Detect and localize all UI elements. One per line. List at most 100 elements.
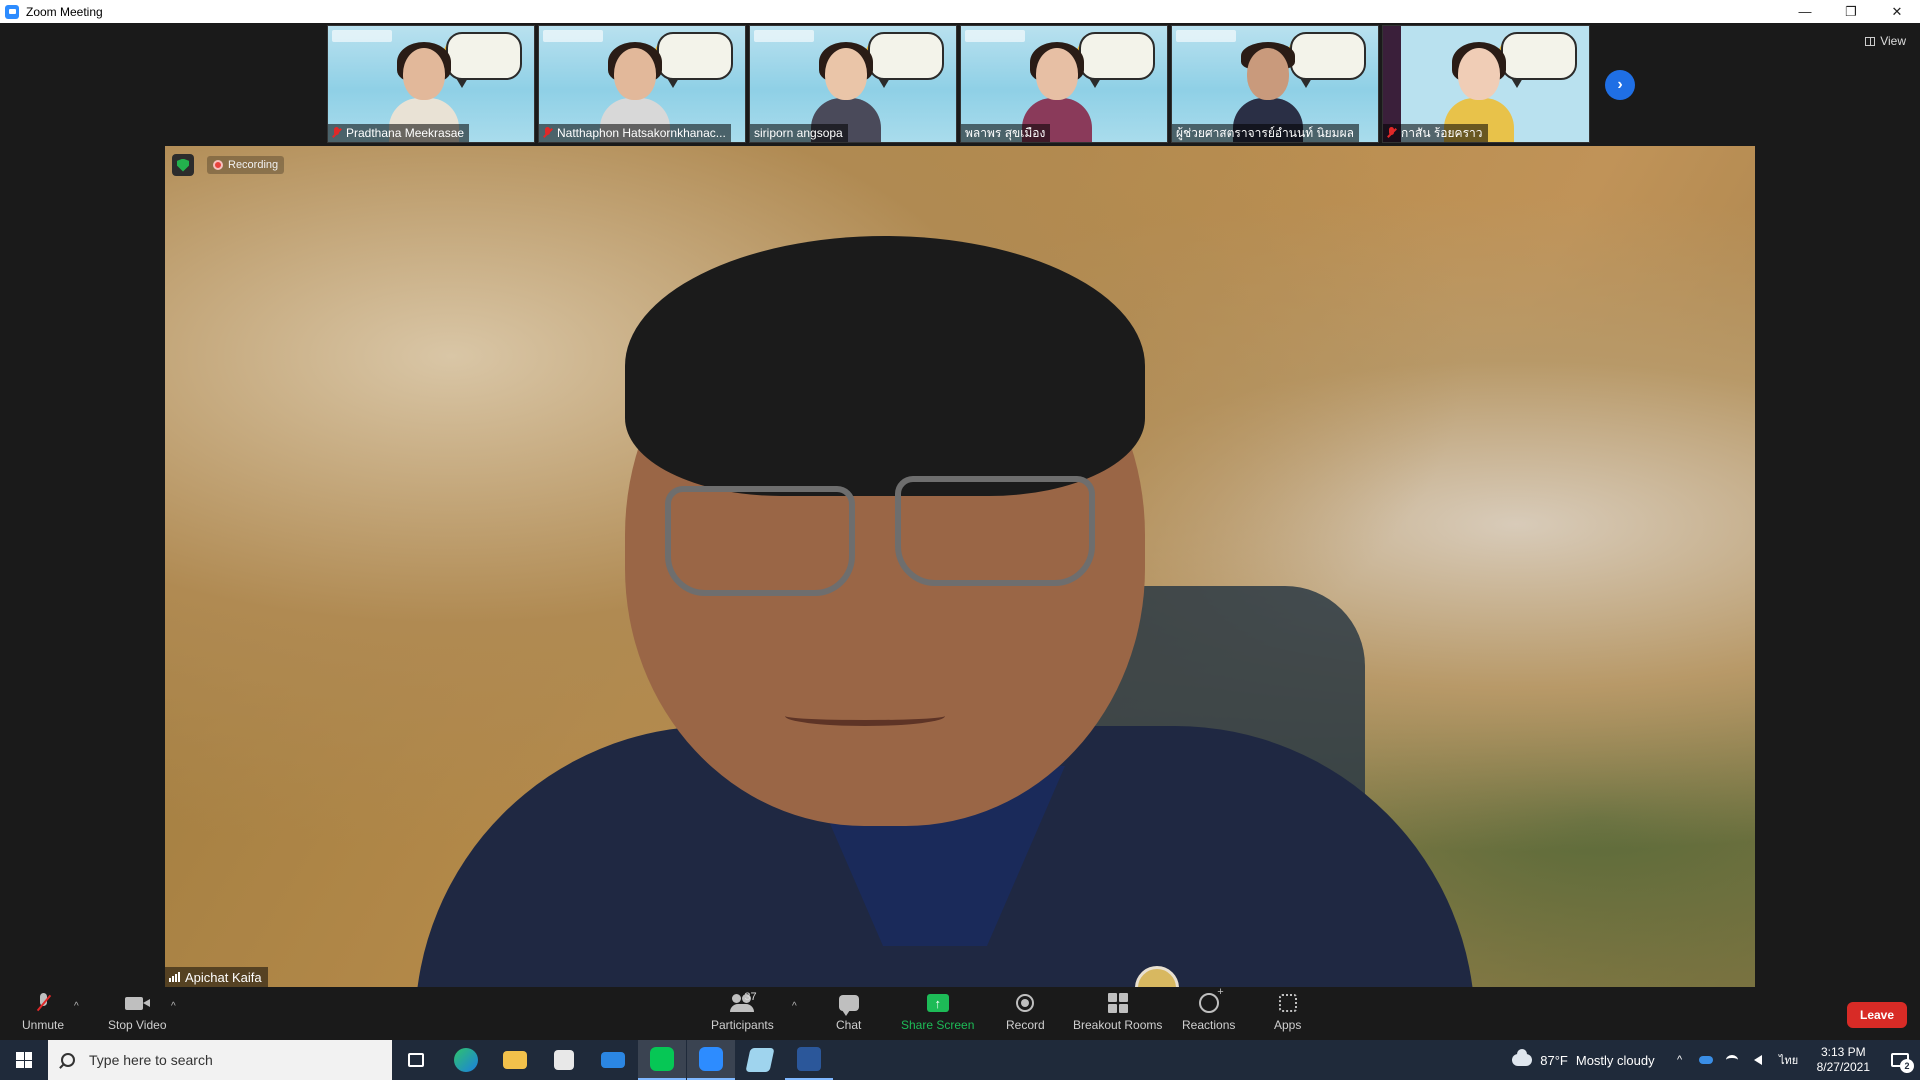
participant-tile[interactable]: siriporn angsopa (749, 25, 957, 143)
weather-temperature[interactable]: 87°F (1540, 1053, 1568, 1068)
background-banner (1176, 30, 1236, 42)
search-placeholder: Type here to search (89, 1052, 213, 1068)
word-app-button[interactable] (785, 1040, 833, 1080)
breakout-rooms-icon (1107, 993, 1128, 1013)
reactions-icon (1198, 986, 1224, 1013)
windows-taskbar: Type here to search 87°F Mostly cloudy ^… (0, 1040, 1920, 1080)
leave-button[interactable]: Leave (1847, 1002, 1907, 1028)
notes-icon (745, 1048, 775, 1072)
weather-cloud-icon (1512, 1049, 1533, 1066)
show-hidden-icons-chevron-icon[interactable]: ^ (1672, 1053, 1688, 1067)
participant-tile[interactable]: พลาพร สุขเมือง (960, 25, 1168, 143)
record-label: Record (1006, 1018, 1045, 1032)
view-label: View (1880, 34, 1906, 48)
record-icon (1016, 994, 1035, 1012)
word-icon (797, 1047, 821, 1071)
unmute-label: Unmute (22, 1018, 65, 1032)
recording-dot-icon (213, 160, 223, 170)
signal-strength-icon (169, 972, 180, 982)
mic-muted-icon (36, 993, 50, 1013)
clock-time: 3:13 PM (1820, 1045, 1866, 1059)
reactions-label: Reactions (1182, 1018, 1236, 1032)
breakout-rooms-button[interactable]: Breakout Rooms (1073, 992, 1162, 1032)
recording-indicator[interactable]: Recording (207, 156, 285, 174)
audio-options-caret[interactable]: ^ (74, 1001, 79, 1012)
apps-button[interactable]: Apps (1274, 992, 1301, 1032)
participant-name: พลาพร สุขเมือง (965, 125, 1046, 140)
shield-icon (177, 158, 189, 172)
zoom-icon (699, 1047, 723, 1071)
breakout-rooms-label: Breakout Rooms (1073, 1018, 1163, 1032)
store-app-button[interactable] (540, 1040, 588, 1080)
chat-icon (838, 995, 859, 1016)
background-banner (754, 30, 814, 42)
mic-muted-icon (332, 127, 341, 139)
participant-name: Pradthana Meekrasae (346, 126, 465, 140)
apps-icon (1278, 994, 1297, 1012)
participant-tile[interactable]: ผู้ช่วยศาสตราจารย์อำนนท์ นิยมผล (1171, 25, 1379, 143)
participant-tile[interactable]: Natthaphon Hatsakornkhanac... (538, 25, 746, 143)
participant-tile[interactable]: Pradthana Meekrasae (327, 25, 535, 143)
reactions-button[interactable]: Reactions (1182, 986, 1236, 1032)
start-button[interactable] (0, 1040, 48, 1080)
restore-button[interactable]: ❐ (1828, 0, 1874, 23)
window-title: Zoom Meeting (26, 4, 103, 19)
share-screen-icon: ↑ (926, 994, 949, 1012)
line-app-button[interactable] (638, 1040, 686, 1080)
wifi-icon[interactable] (1724, 1053, 1740, 1067)
participant-nameplate: พลาพร สุขเมือง (961, 124, 1051, 142)
task-view-button[interactable] (392, 1040, 440, 1080)
view-button[interactable]: View (1865, 34, 1906, 48)
title-bar: Zoom Meeting — ❐ ✕ (0, 0, 1920, 23)
participants-options-caret[interactable]: ^ (792, 1001, 797, 1012)
camera-icon (125, 996, 151, 1010)
store-icon (554, 1050, 574, 1070)
system-tray: 87°F Mostly cloudy ^ ไทย 3:13 PM 8/27/20… (1512, 1040, 1920, 1080)
participant-nameplate: siriporn angsopa (750, 124, 848, 142)
onedrive-icon[interactable] (1698, 1053, 1714, 1067)
volume-icon[interactable] (1750, 1053, 1766, 1067)
apps-label: Apps (1274, 1018, 1302, 1032)
chat-button[interactable]: Chat (836, 992, 861, 1032)
participant-name: Natthaphon Hatsakornkhanac... (557, 126, 726, 140)
action-center-button[interactable]: 2 (1880, 1040, 1920, 1080)
security-badge[interactable] (172, 154, 194, 176)
mail-app-button[interactable] (589, 1040, 637, 1080)
background-banner (543, 30, 603, 42)
active-speaker-video: Recording Apichat Kaifa (165, 146, 1755, 987)
input-language-indicator[interactable]: ไทย (1776, 1053, 1802, 1067)
notification-count: 2 (1900, 1059, 1914, 1073)
background-banner (965, 30, 1025, 42)
zoom-app-button[interactable] (687, 1040, 735, 1080)
mic-muted-icon (543, 127, 552, 139)
speaker-nameplate: Apichat Kaifa (165, 967, 268, 987)
unmute-button[interactable]: Unmute (22, 992, 64, 1032)
share-screen-button[interactable]: ↑ Share Screen (901, 992, 974, 1032)
close-button[interactable]: ✕ (1874, 0, 1920, 23)
participant-name: ผู้ช่วยศาสตราจารย์อำนนท์ นิยมผล (1176, 125, 1354, 140)
stop-video-button[interactable]: Stop Video (108, 992, 167, 1032)
weather-description[interactable]: Mostly cloudy (1576, 1053, 1655, 1068)
video-options-caret[interactable]: ^ (171, 1001, 176, 1012)
taskbar-search-box[interactable]: Type here to search (48, 1040, 392, 1080)
participant-nameplate: Natthaphon Hatsakornkhanac... (539, 124, 731, 142)
minimize-button[interactable]: — (1782, 0, 1828, 23)
line-icon (650, 1047, 674, 1071)
file-explorer-button[interactable] (491, 1040, 539, 1080)
zoom-window: Zoom Meeting — ❐ ✕ Pradthana Meekrasae N… (0, 0, 1920, 1040)
record-button[interactable]: Record (1006, 992, 1045, 1032)
background-banner (332, 30, 392, 42)
participant-count: 37 (744, 991, 757, 1003)
taskbar-clock[interactable]: 3:13 PM 8/27/2021 (1817, 1045, 1870, 1075)
share-screen-label: Share Screen (901, 1018, 975, 1032)
zoom-logo-icon (5, 4, 19, 19)
next-page-button[interactable]: › (1605, 70, 1635, 100)
notes-app-button[interactable] (736, 1040, 784, 1080)
participants-button[interactable]: 37 Participants (711, 991, 774, 1032)
participant-name: siriporn angsopa (754, 126, 843, 140)
participant-gallery-strip: Pradthana Meekrasae Natthaphon Hatsakorn… (327, 25, 1590, 143)
edge-app-button[interactable] (442, 1040, 490, 1080)
edge-icon (454, 1048, 478, 1072)
participant-tile[interactable]: กาสัน ร้อยคราว (1382, 25, 1590, 143)
participant-name: กาสัน ร้อยคราว (1401, 125, 1483, 140)
